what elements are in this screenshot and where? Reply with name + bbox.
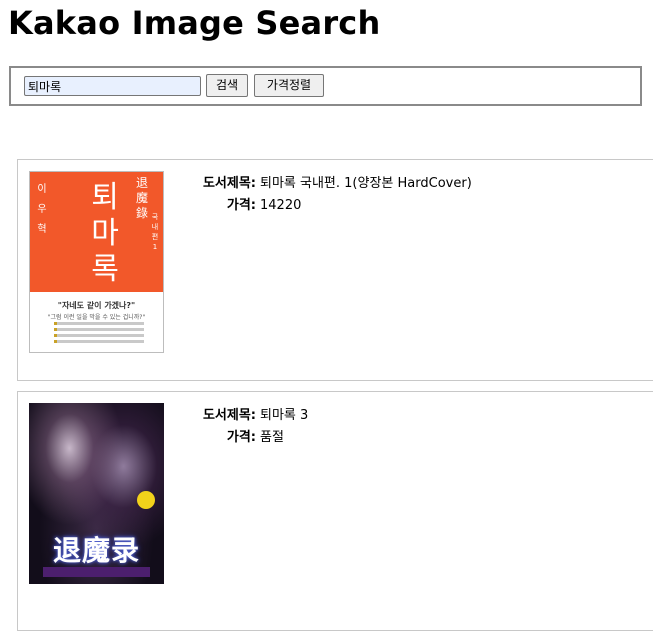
- book-title-row: 도서제목: 퇴마록 국내편. 1(양장본 HardCover): [194, 173, 472, 195]
- cover-badge: [137, 491, 155, 509]
- cover-subquote: "그럼 이런 일을 막을 수 있는 겁니까?": [47, 314, 146, 321]
- book-info: 도서제목: 퇴마록 3 가격: 품절: [194, 405, 308, 449]
- book-cover-image: 이우혁 퇴마록 退魔錄 국내편 1 "자네도 같이 가겠나?" "그럼 이런 일…: [29, 171, 164, 353]
- book-title-row: 도서제목: 퇴마록 3: [194, 405, 308, 427]
- book-title-label: 도서제목:: [202, 176, 256, 191]
- book-price: 14220: [260, 198, 302, 213]
- cover-quote: "자네도 같이 가겠나?": [57, 301, 136, 310]
- cover-author: 이우혁: [37, 184, 47, 235]
- book-price-row: 가격: 14220: [194, 195, 472, 217]
- cover-bullets: [54, 322, 144, 346]
- book-price-label: 가격:: [226, 198, 256, 213]
- book-price-row: 가격: 품절: [194, 427, 308, 449]
- search-button[interactable]: 검색: [206, 74, 248, 97]
- cover-title: 퇴마록: [91, 180, 119, 287]
- book-title: 퇴마록 국내편. 1(양장본 HardCover): [260, 176, 472, 191]
- sort-by-price-button[interactable]: 가격정렬: [254, 74, 324, 97]
- book-price-label: 가격:: [226, 430, 256, 445]
- cover-title: 退魔录: [52, 534, 140, 567]
- result-card: 이우혁 퇴마록 退魔錄 국내편 1 "자네도 같이 가겠나?" "그럼 이런 일…: [17, 159, 653, 381]
- page-title: Kakao Image Search: [8, 4, 381, 42]
- book-title-label: 도서제목:: [202, 408, 256, 423]
- book-price: 품절: [260, 430, 284, 445]
- book-info: 도서제목: 퇴마록 국내편. 1(양장본 HardCover) 가격: 1422…: [194, 173, 472, 217]
- cover-strip: [43, 567, 150, 577]
- cover-hanja: 退魔錄: [135, 176, 148, 220]
- book-cover-image: 退魔录: [29, 403, 164, 584]
- result-card: 退魔录 도서제목: 퇴마록 3 가격: 품절: [17, 391, 653, 631]
- book-title: 퇴마록 3: [260, 408, 309, 423]
- cover-volume: 국내편 1: [151, 213, 159, 251]
- search-input[interactable]: [24, 76, 201, 96]
- search-form: 검색 가격정렬: [9, 66, 642, 106]
